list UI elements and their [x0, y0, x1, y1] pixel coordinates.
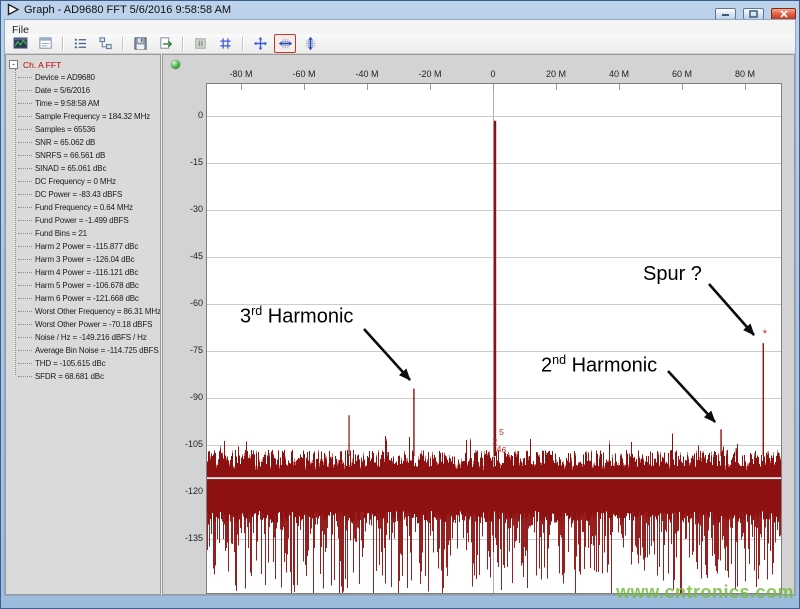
tree-item[interactable]: SNRFS = 66.561 dB — [18, 149, 160, 162]
title-bar[interactable]: Graph - AD9680 FFT 5/6/2016 9:58:58 AM — [1, 1, 799, 20]
tree-item[interactable]: Time = 9:58:58 AM — [18, 97, 160, 110]
y-tick-label: -105 — [184, 439, 203, 449]
probe-settings-button[interactable] — [94, 34, 116, 53]
x-tick-label: 60 M — [671, 69, 692, 79]
collapse-toggle-icon[interactable]: - — [9, 60, 18, 69]
tree-item[interactable]: Harm 2 Power = -115.877 dBc — [18, 240, 160, 253]
tree-item[interactable]: Worst Other Frequency = 86.31 MHz — [18, 305, 160, 318]
tree-item[interactable]: Worst Other Power = -70.18 dBFS — [18, 318, 160, 331]
y-tick-label: -30 — [189, 204, 203, 214]
y-tick-label: -90 — [189, 392, 203, 402]
window-title: Graph - AD9680 FFT 5/6/2016 9:58:58 AM — [24, 4, 232, 16]
tree-item[interactable]: Samples = 65536 — [18, 123, 160, 136]
toggle-grid-button[interactable] — [214, 34, 236, 53]
x-tick-label: -40 M — [355, 69, 379, 79]
second-harmonic-label: 2nd Harmonic — [541, 353, 658, 377]
pause-display-icon — [194, 38, 206, 49]
play-triangle-icon — [7, 3, 20, 16]
data-list-icon — [74, 38, 86, 49]
status-led-icon — [171, 60, 180, 69]
tree-item[interactable]: THD = -105.615 dBc — [18, 357, 160, 370]
tree-item[interactable]: SINAD = 65.061 dBc — [18, 162, 160, 175]
toggle-grid-icon — [219, 38, 231, 49]
waveform-graph-icon — [12, 37, 28, 49]
content-area: - Ch. A FFT Device = AD9680 Date = 5/6/20… — [5, 54, 795, 595]
fit-x-axis-icon — [278, 38, 292, 49]
third-harmonic-label: 3rd Harmonic — [240, 304, 354, 328]
harmonic-marker-5: 5 — [499, 427, 504, 437]
y-tick-label: -15 — [189, 157, 203, 167]
tree-item[interactable]: Harm 3 Power = -126.04 dBc — [18, 253, 160, 266]
fit-y-axis-icon — [305, 36, 315, 51]
y-tick-label: -135 — [184, 533, 203, 543]
watermark: www.cntronics.com — [616, 582, 794, 602]
toolbar-separator — [62, 36, 63, 51]
y-tick-label: -120 — [184, 486, 203, 496]
x-tick-label: -20 M — [418, 69, 442, 79]
tree-item[interactable]: Sample Frequency = 184.32 MHz — [18, 110, 160, 123]
y-tick-label: -75 — [189, 345, 203, 355]
tree-item[interactable]: SFDR = 68.681 dBc — [18, 370, 160, 383]
tree-root-row[interactable]: - Ch. A FFT — [9, 58, 160, 71]
chart-panel: -80 M -60 M -40 M -20 M 0 20 M 40 M 60 M 80 M 0 -… — [162, 54, 795, 595]
tree-item[interactable]: SNR = 65.062 dB — [18, 136, 160, 149]
tree-item[interactable]: Noise / Hz = -149.216 dBFS / Hz — [18, 331, 160, 344]
x-tick-label: 0 — [490, 69, 496, 79]
tree-item[interactable]: DC Power = -83.43 dBFS — [18, 188, 160, 201]
tree-item[interactable]: Harm 5 Power = -106.678 dBc — [18, 279, 160, 292]
tree-item[interactable]: Fund Bins = 21 — [18, 227, 160, 240]
y-tick-label: -60 — [189, 298, 203, 308]
y-tick-label: 0 — [197, 110, 203, 120]
fit-both-axes-button[interactable] — [249, 34, 271, 53]
worst-other-marker: * — [763, 328, 768, 340]
results-tree-panel: - Ch. A FFT Device = AD9680 Date = 5/6/20… — [5, 54, 161, 595]
toolbar — [5, 34, 795, 54]
x-tick-label: -80 M — [229, 69, 253, 79]
tree-item[interactable]: DC Frequency = 0 MHz — [18, 175, 160, 188]
tree-item[interactable]: Fund Frequency = 0.64 MHz — [18, 201, 160, 214]
tree-item[interactable]: Fund Power = -1.499 dBFS — [18, 214, 160, 227]
harmonic-marker-6: 6 — [502, 445, 507, 455]
fit-both-axes-icon — [253, 36, 267, 51]
x-tick-label: 20 M — [545, 69, 566, 79]
x-tick-label: 40 M — [608, 69, 629, 79]
tree-item[interactable]: Harm 6 Power = -121.668 dBc — [18, 292, 160, 305]
data-list-button[interactable] — [69, 34, 91, 53]
toolbar-separator — [182, 36, 183, 51]
fft-plot: 2 5 4 6 * 3rd Harmonic 2nd Harmonic Spur ? — [206, 83, 782, 594]
toolbar-separator — [242, 36, 243, 51]
x-tick-label: -60 M — [292, 69, 316, 79]
client-area: File - Ch. A FFT Device = AD9680 Date = 5… — [4, 19, 796, 596]
report-view-button[interactable] — [34, 34, 56, 53]
tree-item[interactable]: Average Bin Noise = -114.725 dBFS — [18, 344, 160, 357]
tree-item[interactable]: Harm 4 Power = -116.121 dBc — [18, 266, 160, 279]
report-view-icon — [38, 37, 52, 49]
spur-label: Spur ? — [643, 263, 702, 285]
y-tick-label: -45 — [189, 251, 203, 261]
probe-settings-icon — [98, 37, 112, 50]
save-button[interactable] — [129, 34, 151, 53]
tree-root-label: Ch. A FFT — [23, 59, 62, 70]
fft-results-tree: - Ch. A FFT Device = AD9680 Date = 5/6/20… — [6, 55, 160, 383]
fit-y-axis-button[interactable] — [299, 34, 321, 53]
menu-bar: File — [5, 20, 795, 36]
pause-display-button[interactable] — [189, 34, 211, 53]
tree-item[interactable]: Date = 5/6/2016 — [18, 84, 160, 97]
waveform-graph-button[interactable] — [9, 34, 31, 53]
x-tick-label: 80 M — [734, 69, 755, 79]
fit-x-axis-button[interactable] — [274, 34, 296, 53]
app-window: Graph - AD9680 FFT 5/6/2016 9:58:58 AM F… — [0, 0, 800, 609]
export-button[interactable] — [154, 34, 176, 53]
tree-item[interactable]: Device = AD9680 — [18, 71, 160, 84]
export-icon — [159, 37, 172, 49]
save-icon — [133, 37, 147, 50]
toolbar-separator — [122, 36, 123, 51]
